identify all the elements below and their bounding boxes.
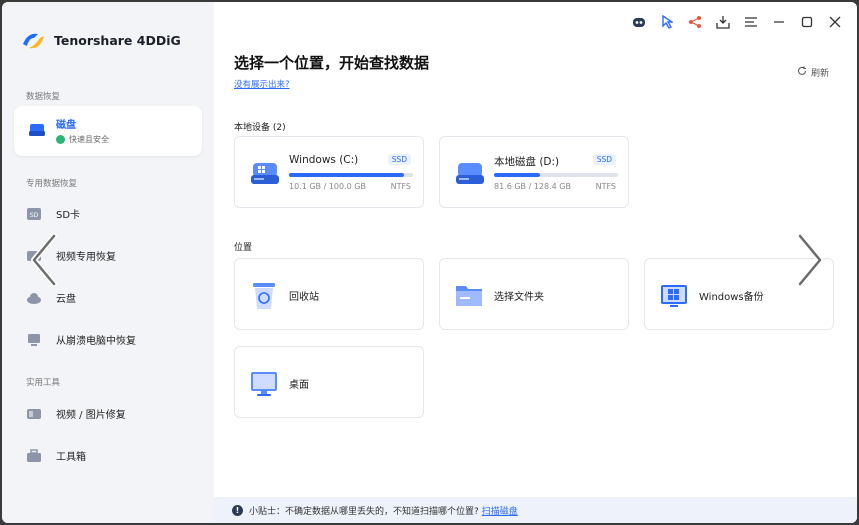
refresh-button[interactable]: 刷新 — [797, 66, 829, 79]
location-desktop[interactable]: 桌面 — [234, 346, 424, 418]
usage-bar — [494, 173, 618, 177]
robot-icon[interactable] — [631, 14, 647, 30]
location-label: 桌面 — [289, 380, 309, 391]
sidebar-item-disk[interactable]: 磁盘 快速且安全 — [14, 106, 202, 156]
ssd-badge: SSD — [387, 154, 411, 165]
repair-icon — [26, 407, 42, 421]
previous-arrow-icon[interactable] — [26, 230, 62, 290]
disk-filesystem: NTFS — [390, 182, 411, 191]
sidebar-item-crashed-pc[interactable]: 从崩溃电脑中恢复 — [26, 332, 136, 347]
disk-icon — [28, 122, 46, 138]
tip-text: 小贴士：不确定数据从哪里丢失的，不知道扫描哪个位置? — [249, 506, 479, 517]
disk-subtitle: 快速且安全 — [56, 134, 109, 145]
location-heading: 位置 — [234, 243, 253, 253]
sidebar-item-toolbox[interactable]: 工具箱 — [26, 448, 86, 463]
disk-name: 本地磁盘 (D:) — [494, 156, 560, 168]
info-icon: ! — [232, 504, 243, 516]
desktop-icon — [249, 367, 279, 399]
sidebar-item-label: 视频专用恢复 — [56, 252, 116, 263]
sidebar-item-sd-card[interactable]: SD SD卡 — [26, 206, 80, 221]
scan-disk-link[interactable]: 扫描磁盘 — [482, 504, 518, 517]
maximize-icon[interactable] — [799, 14, 815, 30]
not-shown-link[interactable]: 没有展示出来? — [234, 78, 290, 90]
sidebar-item-disk-label: 磁盘 — [56, 120, 76, 131]
sidebar-item-label: 工具箱 — [56, 452, 86, 463]
disk-card-d[interactable]: 本地磁盘 (D:) SSD 81.6 GB / 128.4 GB NTFS — [439, 136, 629, 208]
crashed-pc-icon — [26, 333, 42, 347]
location-label: 回收站 — [289, 292, 319, 303]
logo-icon — [20, 28, 46, 52]
location-label: 选择文件夹 — [494, 292, 544, 303]
section-tools: 实用工具 — [26, 378, 61, 388]
refresh-icon — [797, 66, 807, 79]
download-icon[interactable] — [715, 14, 731, 30]
sidebar-item-cloud[interactable]: 云盘 — [26, 290, 76, 305]
page-title: 选择一个位置，开始查找数据 — [234, 54, 430, 72]
disk-name: Windows (C:) — [289, 154, 359, 166]
usage-bar — [289, 173, 413, 177]
disk-size: 10.1 GB / 100.0 GB — [289, 182, 366, 191]
disk-size: 81.6 GB / 128.4 GB — [494, 182, 571, 191]
title-bar-controls — [631, 14, 843, 30]
section-data-recovery: 数据恢复 — [26, 92, 61, 102]
main-panel: 选择一个位置，开始查找数据 没有展示出来? 刷新 本地设备 (2) Window… — [214, 2, 857, 523]
refresh-label: 刷新 — [810, 69, 829, 79]
section-special-recovery: 专用数据恢复 — [26, 179, 78, 189]
cloud-icon — [26, 291, 42, 305]
sidebar-item-label: SD卡 — [56, 210, 81, 221]
sd-card-icon: SD — [26, 207, 42, 221]
local-devices-heading: 本地设备 (2) — [234, 123, 286, 133]
location-label: Windows备份 — [699, 292, 764, 303]
sidebar-item-repair[interactable]: 视频 / 图片修复 — [26, 406, 126, 421]
pointer-icon[interactable] — [659, 14, 675, 30]
disk-subtitle-text: 快速且安全 — [69, 135, 109, 144]
app-name: Tenorshare 4DDiG — [54, 32, 181, 48]
usage-bar-fill — [494, 173, 540, 177]
minimize-icon[interactable] — [771, 14, 787, 30]
location-recycle-bin[interactable]: 回收站 — [234, 258, 424, 330]
sidebar-item-label: 从崩溃电脑中恢复 — [56, 336, 136, 347]
next-arrow-icon[interactable] — [792, 230, 828, 290]
ssd-badge: SSD — [592, 154, 616, 165]
share-icon[interactable] — [687, 14, 703, 30]
menu-icon[interactable] — [743, 14, 759, 30]
sidebar-item-label: 云盘 — [56, 294, 76, 305]
sidebar-item-label: 视频 / 图片修复 — [56, 410, 126, 421]
svg-text:SD: SD — [30, 212, 39, 219]
location-select-folder[interactable]: 选择文件夹 — [439, 258, 629, 330]
app-window: Tenorshare 4DDiG 数据恢复 磁盘 快速且安全 专用数据恢复 SD… — [2, 2, 857, 523]
close-icon[interactable] — [827, 14, 843, 30]
recycle-bin-icon — [249, 279, 279, 311]
hard-drive-icon — [249, 157, 281, 189]
folder-icon — [454, 279, 484, 311]
app-logo: Tenorshare 4DDiG — [20, 28, 181, 52]
tip-bar: ! 小贴士：不确定数据从哪里丢失的，不知道扫描哪个位置? 扫描磁盘 — [214, 497, 857, 523]
windows-backup-icon — [659, 279, 689, 311]
hard-drive-icon — [454, 157, 486, 189]
toolbox-icon — [26, 448, 42, 463]
shield-check-icon — [56, 135, 65, 144]
disk-card-c[interactable]: Windows (C:) SSD 10.1 GB / 100.0 GB NTFS — [234, 136, 424, 208]
usage-bar-fill — [289, 173, 405, 177]
disk-filesystem: NTFS — [595, 182, 616, 191]
